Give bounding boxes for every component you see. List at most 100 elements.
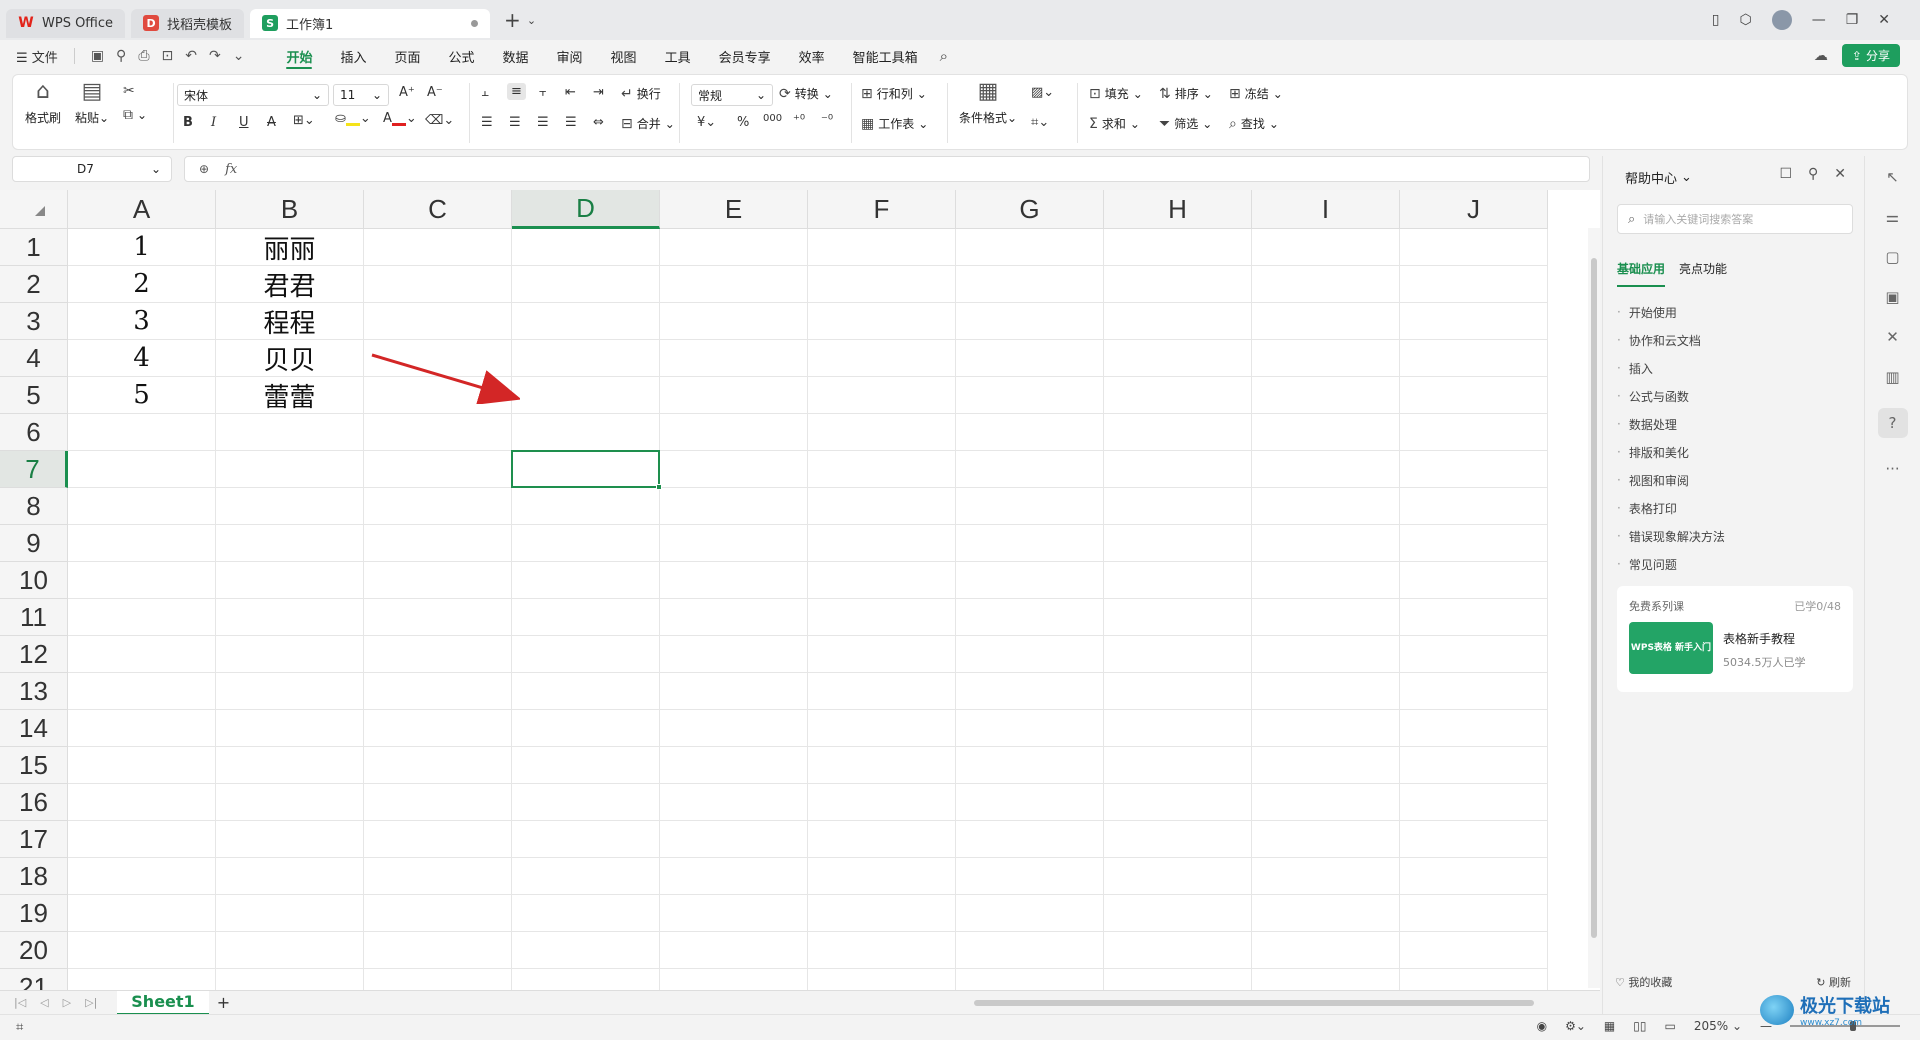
fill-handle[interactable] xyxy=(656,484,662,490)
grid-cell[interactable] xyxy=(68,710,216,747)
increase-decimal-icon[interactable]: ⁺⁰ xyxy=(793,113,805,128)
row-header[interactable]: 15 xyxy=(0,747,68,784)
grid-cell[interactable] xyxy=(68,599,216,636)
grid-cell[interactable] xyxy=(1400,673,1548,710)
indent-decrease-icon[interactable]: ⇤ xyxy=(565,85,576,100)
grid-cell[interactable] xyxy=(364,599,512,636)
font-name-select[interactable]: 宋体 ⌄ xyxy=(177,84,329,106)
grid-cell[interactable] xyxy=(1104,303,1252,340)
grid-cell[interactable]: 蕾蕾 xyxy=(216,377,364,414)
grid-cell[interactable] xyxy=(512,266,660,303)
grid-cell[interactable] xyxy=(364,488,512,525)
grid-cell[interactable] xyxy=(216,747,364,784)
grid-cell[interactable] xyxy=(956,599,1104,636)
grid-cell[interactable] xyxy=(216,488,364,525)
grid-cell[interactable] xyxy=(1104,710,1252,747)
grid-cell[interactable] xyxy=(1400,895,1548,932)
paste-button[interactable]: ▤ 粘贴⌄ xyxy=(75,81,109,126)
book-icon[interactable]: ▥ xyxy=(1885,368,1899,386)
grid-cell[interactable] xyxy=(1252,747,1400,784)
image-icon[interactable]: ▣ xyxy=(1885,288,1899,306)
course-card[interactable]: 免费系列课 已学0/48 WPS表格 新手入门 表格新手教程 5034.5万人已… xyxy=(1617,586,1853,692)
rows-cols-button[interactable]: ⊞ 行和列 ⌄ xyxy=(861,85,927,102)
grid-cell[interactable] xyxy=(1400,562,1548,599)
grid-cell[interactable] xyxy=(1252,673,1400,710)
grid-cell[interactable] xyxy=(68,673,216,710)
grid-cell[interactable] xyxy=(808,229,956,266)
grid-cell[interactable] xyxy=(216,525,364,562)
grid-cell[interactable] xyxy=(1400,932,1548,969)
grid-cell[interactable] xyxy=(364,414,512,451)
help-topic-item[interactable]: · 表格打印 xyxy=(1617,494,1725,522)
cloud-icon[interactable]: ☁ xyxy=(1814,48,1828,64)
grid-cell[interactable] xyxy=(808,488,956,525)
grid-cell[interactable] xyxy=(364,747,512,784)
grid-cell[interactable] xyxy=(808,673,956,710)
grid-cell[interactable] xyxy=(1104,673,1252,710)
grid-cell[interactable] xyxy=(660,710,808,747)
chevron-down-icon[interactable]: ⌄ xyxy=(151,162,161,176)
grid-cell[interactable] xyxy=(660,784,808,821)
share-button[interactable]: ⇪ 分享 xyxy=(1841,44,1900,67)
column-header[interactable]: B xyxy=(216,190,364,229)
grid-cell[interactable] xyxy=(216,821,364,858)
format-painter-button[interactable]: ⌂ 格式刷 xyxy=(25,81,61,126)
grid-cell[interactable] xyxy=(956,969,1104,990)
column-header[interactable]: A xyxy=(68,190,216,229)
macro-icon[interactable]: ⌗ xyxy=(0,1020,23,1035)
grid-cell[interactable] xyxy=(808,932,956,969)
strikethrough-button[interactable]: A xyxy=(267,115,276,130)
grid-cell[interactable] xyxy=(1104,266,1252,303)
grid-cell[interactable] xyxy=(68,969,216,990)
prev-sheet-icon[interactable]: ◁ xyxy=(40,996,48,1009)
grid-cell[interactable] xyxy=(216,636,364,673)
grid-cell[interactable] xyxy=(1400,969,1548,990)
grid-cell[interactable] xyxy=(364,525,512,562)
grid-cell[interactable] xyxy=(216,858,364,895)
grid-cell[interactable] xyxy=(1104,377,1252,414)
grid-cell[interactable] xyxy=(660,414,808,451)
grid-cell[interactable] xyxy=(808,266,956,303)
menu-tab[interactable]: 效率 xyxy=(785,40,839,72)
grid-cell[interactable] xyxy=(68,932,216,969)
grid-cell[interactable] xyxy=(512,932,660,969)
row-header[interactable]: 20 xyxy=(0,932,68,969)
grid-cell[interactable] xyxy=(1252,562,1400,599)
grid-cell[interactable] xyxy=(1252,488,1400,525)
align-bottom-icon[interactable]: ⫟ xyxy=(539,85,547,100)
grid-cell[interactable] xyxy=(68,636,216,673)
column-header[interactable]: F xyxy=(808,190,956,229)
grid-cell[interactable] xyxy=(808,451,956,488)
grid-cell[interactable] xyxy=(216,710,364,747)
grid-cell[interactable] xyxy=(512,969,660,990)
course-title[interactable]: 表格新手教程 xyxy=(1723,630,1795,647)
number-format-select[interactable]: 常规 ⌄ xyxy=(691,84,773,106)
grid-cell[interactable] xyxy=(364,673,512,710)
grid-cell[interactable] xyxy=(364,636,512,673)
grid-cell[interactable] xyxy=(660,488,808,525)
grid-cell[interactable] xyxy=(808,858,956,895)
grid-cell[interactable] xyxy=(956,266,1104,303)
row-header[interactable]: 9 xyxy=(0,525,68,562)
grid-cell[interactable] xyxy=(956,710,1104,747)
grid-cell[interactable] xyxy=(364,562,512,599)
row-header[interactable]: 10 xyxy=(0,562,68,599)
row-header[interactable]: 12 xyxy=(0,636,68,673)
grid-cell[interactable] xyxy=(364,895,512,932)
grid-cell[interactable] xyxy=(216,895,364,932)
grid-cell[interactable] xyxy=(660,525,808,562)
grid-cell[interactable] xyxy=(1252,340,1400,377)
decrease-font-icon[interactable]: A⁻ xyxy=(427,85,443,100)
grid-cell[interactable] xyxy=(956,784,1104,821)
eye-icon[interactable]: ◉ xyxy=(1537,1019,1547,1033)
grid-cell[interactable] xyxy=(68,895,216,932)
cell-format-button[interactable]: ⌗⌄ xyxy=(1031,115,1049,130)
formula-input[interactable]: ⊕ fx xyxy=(184,156,1590,182)
next-sheet-icon[interactable]: ▷ xyxy=(63,996,71,1009)
grid-cell[interactable] xyxy=(68,858,216,895)
grid-cell[interactable] xyxy=(1104,451,1252,488)
grid-cell[interactable]: 3 xyxy=(68,303,216,340)
grid-cell[interactable] xyxy=(364,303,512,340)
currency-button[interactable]: ¥⌄ xyxy=(697,115,716,130)
grid-cell[interactable] xyxy=(956,747,1104,784)
